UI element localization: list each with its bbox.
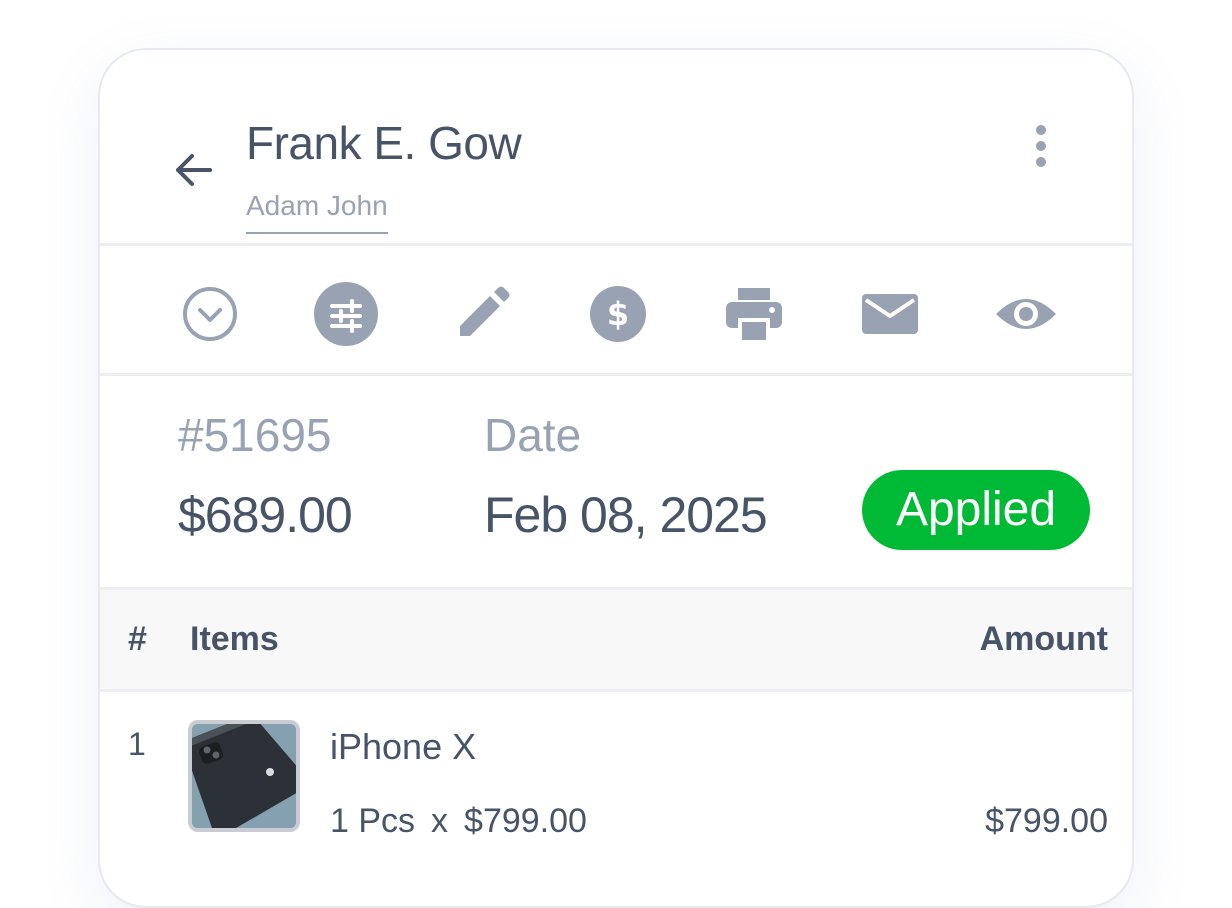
sub-name-link[interactable]: Adam John: [246, 190, 388, 234]
table-row[interactable]: 1 iPhone X 1 Pcs x $799.00 $799.00: [100, 692, 1132, 906]
back-arrow-icon[interactable]: [170, 146, 218, 194]
item-amount: $799.00: [985, 802, 1108, 840]
invoice-header: Frank E. Gow Adam John: [100, 50, 1132, 246]
pencil-icon[interactable]: [450, 282, 514, 346]
invoice-number: #51695: [178, 409, 332, 461]
status-badge: Applied: [862, 470, 1090, 550]
more-vertical-icon[interactable]: [1026, 122, 1056, 170]
item-quantity: 1 Pcs: [330, 802, 416, 840]
sliders-icon[interactable]: [314, 282, 378, 346]
column-header-items: Items: [190, 620, 279, 658]
item-quantity-price: 1 Pcs x $799.00: [330, 802, 587, 841]
svg-text:$: $: [607, 295, 629, 333]
dollar-icon[interactable]: $: [586, 282, 650, 346]
row-index: 1: [128, 726, 146, 762]
items-table-header: # Items Amount: [100, 590, 1132, 692]
invoice-card: Frank E. Gow Adam John $ #51695 Date $68…: [98, 48, 1134, 908]
invoice-date: Feb 08, 2025: [484, 487, 768, 543]
item-name: iPhone X: [330, 726, 477, 767]
product-image: [188, 720, 300, 832]
phone-photo-icon: [192, 724, 296, 828]
column-header-amount: Amount: [979, 620, 1108, 658]
action-toolbar: $: [100, 246, 1132, 376]
customer-name: Frank E. Gow: [246, 117, 522, 169]
mail-icon[interactable]: [858, 282, 922, 346]
eye-icon[interactable]: [994, 282, 1058, 346]
chevron-down-circle-icon[interactable]: [178, 282, 242, 346]
printer-icon[interactable]: [722, 282, 786, 346]
invoice-summary: #51695 Date $689.00 Feb 08, 2025 Applied: [100, 376, 1132, 590]
times-sign: x: [431, 802, 449, 840]
item-unit-price: $799.00: [464, 802, 587, 840]
total-amount: $689.00: [178, 487, 353, 543]
column-header-index: #: [128, 620, 147, 658]
date-label: Date: [484, 409, 582, 461]
